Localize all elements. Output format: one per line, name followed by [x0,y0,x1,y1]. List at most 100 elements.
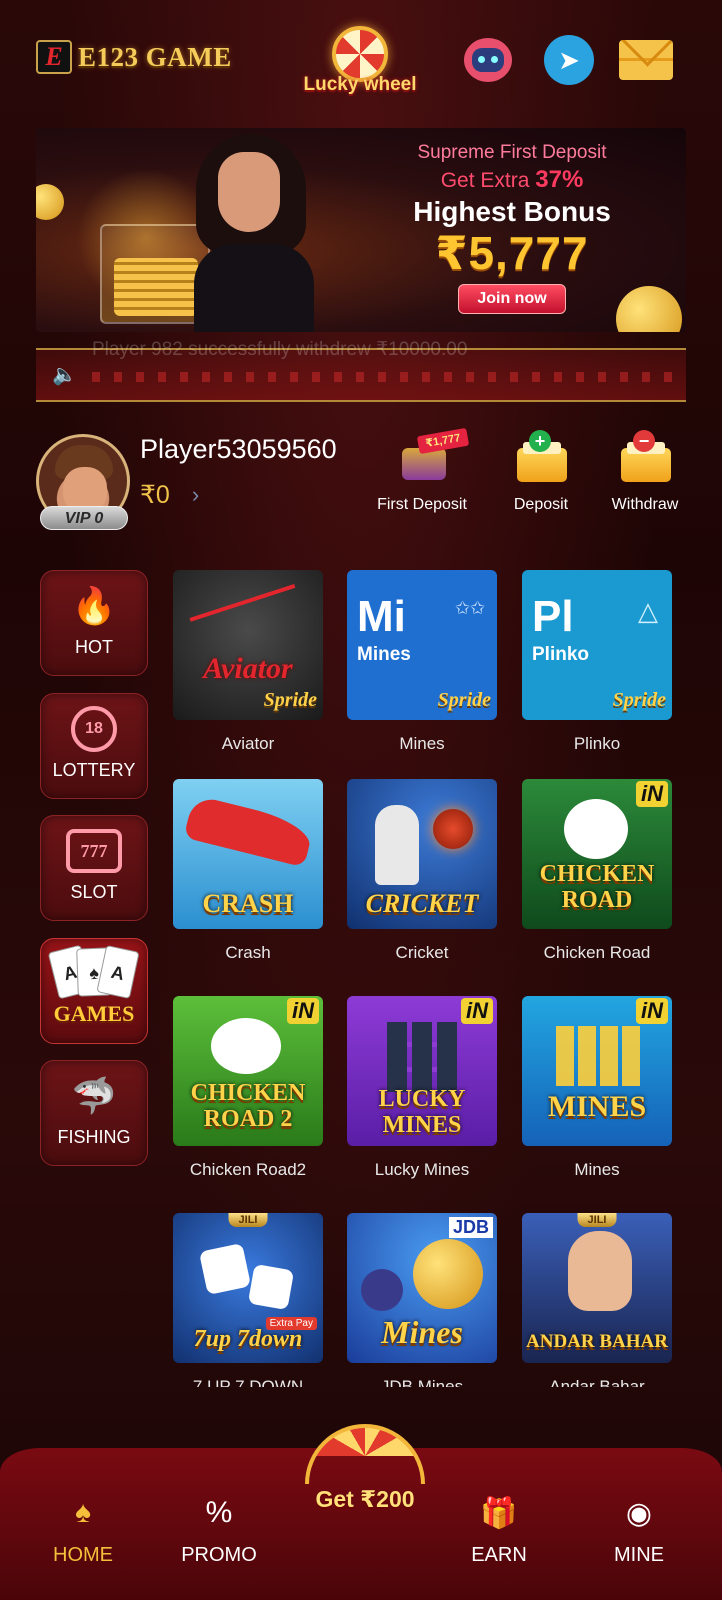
nav-earn[interactable]: 🎁 EARN [444,1492,554,1567]
dealer-image [568,1231,632,1311]
wallet-plus-icon: + [513,430,569,486]
game-name: Chicken Road [543,943,651,962]
category-label: GAMES [53,1001,135,1026]
bomb-icon [361,1269,403,1311]
game-name: JDB Mines [380,1377,464,1387]
game-tile[interactable]: JILI Extra Pay 7up 7down [173,1213,323,1363]
logo-text: E123 GAME [78,41,232,72]
game-name: Aviator [221,734,275,753]
game-cricket[interactable]: CRICKET Cricket [347,779,497,963]
user-profile-icon: ◉ [625,1496,653,1530]
nav-mine[interactable]: ◉ MINE [584,1492,694,1567]
category-games[interactable]: A ♠ A GAMES [40,938,148,1044]
nav-label: MINE [614,1544,664,1566]
username: Player53059560 [140,434,337,464]
category-label: FISHING [57,1127,131,1147]
robot-support-icon [464,38,512,82]
mine-grid-icon [556,1026,640,1086]
balance-value: ₹0 [140,481,170,509]
game-plinko[interactable]: Pl Plinko △ Spride Plinko [522,570,672,754]
banner-model-image [176,134,326,332]
game-aviator[interactable]: Aviator Spride Aviator [173,570,323,754]
category-fishing[interactable]: 🦈 FISHING [40,1060,148,1166]
game-name: Chicken Road2 [189,1160,307,1179]
nav-label: HOME [53,1544,113,1566]
customer-support-button[interactable] [460,32,516,88]
category-hot[interactable]: 🔥 HOT [40,570,148,676]
coin-icon [413,1239,483,1309]
game-tile[interactable]: JILI ANDAR BAHAR [522,1213,672,1363]
join-now-button[interactable]: Join now [458,284,566,314]
game-tile[interactable]: Aviator Spride [173,570,323,720]
game-chicken-road-2[interactable]: iN CHICKEN ROAD 2 Chicken Road2 [173,996,323,1180]
speaker-icon: 🔈 [52,364,77,386]
chicken-icon [564,799,628,859]
slot-machine-icon: 777 [41,816,147,876]
game-andar-bahar[interactable]: JILI ANDAR BAHAR Andar Bahar [522,1213,672,1387]
wallet-minus-icon: − [617,430,673,486]
dice-icon [247,1263,295,1311]
game-tile[interactable]: iN CHICKEN ROAD 2 [173,996,323,1146]
first-deposit-label: First Deposit [377,496,467,513]
chicken-icon [211,1018,281,1074]
marquee-message: Player 982 successfully withdrew ₹10000.… [92,339,468,360]
game-tile[interactable]: iN MINES [522,996,672,1146]
envelope-icon [619,40,673,80]
game-7up-7down[interactable]: JILI Extra Pay 7up 7down 7 UP 7 DOWN [173,1213,323,1387]
game-name: 7 UP 7 DOWN [192,1377,304,1387]
game-mines-spride[interactable]: Mi Mines ✩✩ Spride Mines [347,570,497,754]
wheel-icon [305,1424,425,1484]
category-label: LOTTERY [52,760,136,780]
dice-icon [198,1242,252,1296]
telegram-icon: ➤ [544,35,594,85]
game-name: Cricket [395,943,449,962]
bonus-percent: 37% [535,166,584,193]
get-bonus-button[interactable]: Get ₹200 [290,1424,440,1544]
deposit-button[interactable]: + Deposit [506,430,576,534]
playing-cards-icon: A ♠ A [41,939,147,1000]
mail-button[interactable] [618,32,674,88]
category-label: HOT [75,637,113,657]
plane-icon [183,794,315,868]
withdraw-button[interactable]: − Withdraw [600,430,690,534]
promo-banner[interactable]: Supreme First Deposit Get Extra 37% High… [36,128,686,332]
game-tile[interactable]: Mi Mines ✩✩ Spride [347,570,497,720]
game-lucky-mines[interactable]: iN LUCKY MINES Lucky Mines [347,996,497,1180]
lucky-wheel-button[interactable]: Lucky wheel [300,26,420,100]
game-jdb-mines[interactable]: JDB Mines JDB Mines [347,1213,497,1387]
vip-badge: VIP 0 [40,506,128,530]
game-chicken-road[interactable]: iN CHICKEN ROAD Chicken Road [522,779,672,963]
banner-amount: ₹5,777 [435,227,589,279]
shark-icon: 🦈 [71,1075,117,1116]
stars-icon: ✩✩ [454,598,485,618]
game-tile[interactable]: iN LUCKY MINES [347,996,497,1146]
game-tile[interactable]: CRICKET [347,779,497,929]
game-tile[interactable]: CRASH [173,779,323,929]
nav-promo[interactable]: % PROMO [164,1492,274,1567]
game-name: Andar Bahar [549,1377,645,1387]
batsman-image [375,805,419,885]
game-tile[interactable]: iN CHICKEN ROAD [522,779,672,929]
game-crash[interactable]: CRASH Crash [173,779,323,963]
lucky-wheel-label: Lucky wheel [303,74,417,95]
game-name: Plinko [573,734,621,753]
bottom-nav: ♠ HOME % PROMO Get ₹200 🎁 EARN ◉ MINE [0,1424,722,1600]
nav-home[interactable]: ♠ HOME [28,1492,138,1567]
telegram-button[interactable]: ➤ [541,32,597,88]
coupon-icon: % [205,1496,233,1529]
pyramid-icon: △ [638,596,658,626]
game-tile[interactable]: JDB Mines [347,1213,497,1363]
wallet-balance[interactable]: ₹0 › [140,480,199,510]
category-slot[interactable]: 777 SLOT [40,815,148,921]
category-lottery[interactable]: 18 LOTTERY [40,693,148,799]
game-name: Crash [225,943,271,962]
game-name: Mines [574,1160,620,1179]
game-name: Lucky Mines [374,1160,470,1179]
first-deposit-button[interactable]: ₹1,777 First Deposit [372,427,472,534]
app-logo: E E123 GAME [36,38,232,76]
game-mines-in[interactable]: iN MINES Mines [522,996,672,1180]
deposit-label: Deposit [513,496,569,513]
cricket-ball-icon [433,809,473,849]
lottery-ball-icon: 18 [41,694,147,754]
game-tile[interactable]: Pl Plinko △ Spride [522,570,672,720]
